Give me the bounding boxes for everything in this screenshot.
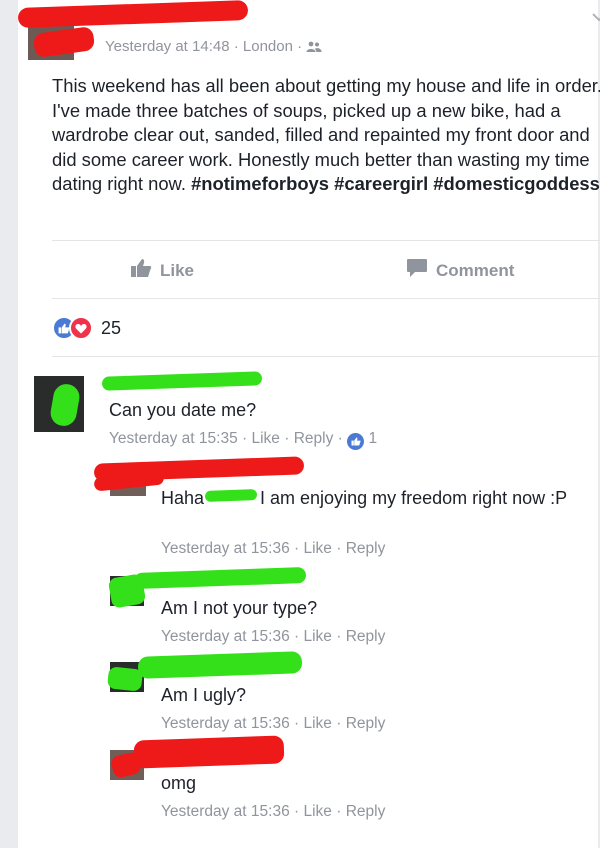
- reply-timestamp[interactable]: Yesterday at 15:36: [161, 715, 290, 732]
- reply-reply-link[interactable]: Reply: [346, 628, 386, 645]
- post-card: Yesterday at 14:48 · London · This weeke…: [17, 0, 600, 848]
- divider: [52, 298, 600, 299]
- reply-like-link[interactable]: Like: [303, 803, 331, 820]
- reply-text: omg: [161, 773, 197, 793]
- divider: [52, 240, 600, 241]
- reply-like-link[interactable]: Like: [303, 715, 331, 732]
- comment-button[interactable]: Comment: [406, 258, 514, 283]
- comment-like-link[interactable]: Like: [251, 430, 279, 447]
- reply-timestamp[interactable]: Yesterday at 15:36: [161, 628, 290, 645]
- comment-meta: Yesterday at 15:35 · Like · Reply · 1: [109, 430, 377, 450]
- post-meta: Yesterday at 14:48 · London ·: [105, 38, 322, 57]
- reply-meta: Yesterday at 15:36 · Like · Reply: [161, 628, 386, 645]
- friends-icon[interactable]: [306, 40, 322, 57]
- chevron-down-icon[interactable]: [592, 10, 600, 24]
- post-location[interactable]: London: [243, 38, 293, 55]
- like-label: Like: [160, 260, 195, 280]
- reaction-summary[interactable]: 25: [52, 316, 121, 340]
- post-timestamp[interactable]: Yesterday at 14:48: [105, 38, 230, 55]
- thumbs-up-icon: [347, 433, 365, 450]
- redacted-mention: [204, 489, 258, 502]
- redacted-replier-name: [133, 735, 285, 769]
- reply-meta: Yesterday at 15:36 · Like · Reply: [161, 803, 386, 820]
- reply-reply-link[interactable]: Reply: [346, 715, 386, 732]
- reply-like-link[interactable]: Like: [303, 540, 331, 557]
- comment-reply-link[interactable]: Reply: [294, 430, 334, 447]
- reply-like-link[interactable]: Like: [303, 628, 331, 645]
- comment-timestamp[interactable]: Yesterday at 15:35: [109, 430, 238, 447]
- speech-bubble-icon: [406, 258, 428, 283]
- thumbs-up-icon: [130, 258, 152, 283]
- post-hashtags[interactable]: #notimeforboys #careergirl #domesticgodd…: [191, 173, 600, 194]
- reaction-count: 25: [101, 317, 122, 338]
- comment-label: Comment: [436, 260, 515, 280]
- heart-icon: [69, 316, 93, 340]
- reply-text: Am I ugly?: [161, 685, 247, 705]
- divider: [52, 356, 600, 357]
- reply-reply-link[interactable]: Reply: [346, 803, 386, 820]
- comment-like-count[interactable]: 1: [368, 430, 377, 447]
- reply-reply-link[interactable]: Reply: [346, 540, 386, 557]
- reply-text: Haha I am enjoying my freedom right now :…: [161, 488, 568, 508]
- reply-meta: Yesterday at 15:36 · Like · Reply: [161, 540, 386, 557]
- redacted-commenter-name: [133, 567, 307, 589]
- redacted-commenter-name: [101, 371, 263, 391]
- like-button[interactable]: Like: [130, 258, 194, 283]
- reply-timestamp[interactable]: Yesterday at 15:36: [161, 540, 290, 557]
- redacted-commenter-name: [137, 651, 303, 679]
- redacted-poster-name: [17, 0, 249, 29]
- reply-timestamp[interactable]: Yesterday at 15:36: [161, 803, 290, 820]
- comment-text: Can you date me?: [109, 400, 257, 420]
- reply-text: Am I not your type?: [161, 598, 318, 618]
- reply-meta: Yesterday at 15:36 · Like · Reply: [161, 715, 386, 732]
- post-body: This weekend has all been about getting …: [52, 74, 600, 197]
